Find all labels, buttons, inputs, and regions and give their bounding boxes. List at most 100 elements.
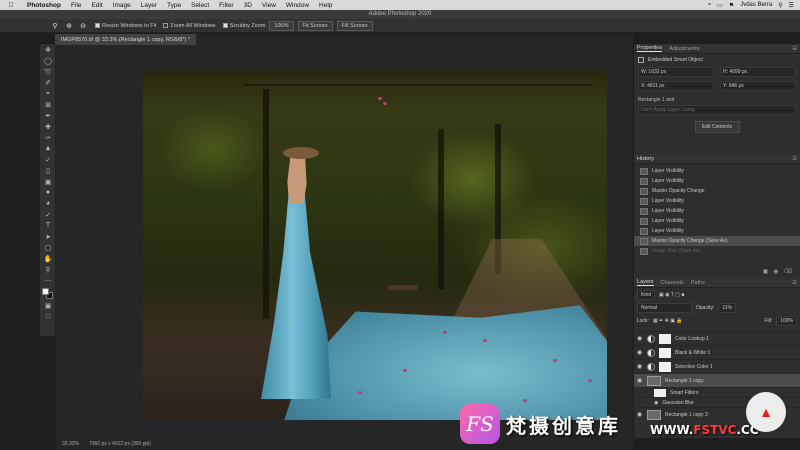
height-field[interactable]: H: 4099 px — [720, 67, 796, 77]
menu-edit[interactable]: Edit — [86, 2, 107, 9]
type-tool-icon[interactable]: T — [40, 220, 56, 231]
tab-history[interactable]: History — [637, 156, 654, 162]
layer-row[interactable]: ◉ Black & White 1 — [634, 345, 800, 359]
quick-mask-icon[interactable]: ▣ — [40, 300, 56, 311]
y-field[interactable]: Y: 846 px — [720, 81, 796, 91]
zoom-in-icon[interactable]: ⊕ — [64, 21, 74, 31]
menu-list-icon[interactable]: ☰ — [789, 2, 794, 9]
marquee-tool-icon[interactable]: ◯ — [40, 55, 56, 66]
dodge-tool-icon[interactable]: ◕ — [40, 198, 56, 209]
scrubby-zoom-checkbox[interactable]: Scrubby Zoom — [222, 23, 265, 29]
panel-menu-icon[interactable]: ☰ — [792, 46, 797, 52]
brush-tool-icon[interactable]: ✑ — [40, 132, 56, 143]
zoom-level[interactable]: 33.33% — [62, 441, 79, 447]
menu-select[interactable]: Select — [186, 2, 214, 9]
menu-app-name[interactable]: Photoshop — [22, 2, 66, 9]
fit-screen-button[interactable]: Fit Screen — [297, 20, 333, 31]
eraser-tool-icon[interactable]: ▯ — [40, 165, 56, 176]
history-item[interactable]: Master Opacity Change — [640, 186, 800, 196]
menu-window[interactable]: Window — [281, 2, 314, 9]
path-select-tool-icon[interactable]: ➤ — [40, 231, 56, 242]
zoom-100-button[interactable]: 100% — [269, 20, 294, 31]
visibility-eye-icon[interactable]: ◉ — [637, 411, 643, 418]
visibility-eye-icon[interactable]: ◉ — [637, 335, 643, 342]
zoom-tool-icon[interactable]: ⚲ — [40, 264, 56, 275]
filter-icons[interactable]: ▣ ◉ T ▢ ■ — [659, 292, 684, 298]
document-canvas[interactable] — [56, 45, 633, 438]
visibility-eye-icon[interactable]: ◉ — [637, 349, 643, 356]
menu-type[interactable]: Type — [162, 2, 186, 9]
flag-icon[interactable]: ⚑ — [729, 2, 734, 9]
x-field[interactable]: X: 4811 px — [638, 81, 714, 91]
layer-row-selected[interactable]: ◉ Rectangle 1 copy — [634, 373, 800, 387]
width-field[interactable]: W: 1632 px — [638, 67, 714, 77]
history-item-selected[interactable]: Master Opacity Change (Save As) — [634, 236, 800, 246]
history-item[interactable]: Layer Visibility — [640, 196, 800, 206]
tab-properties[interactable]: Properties — [637, 45, 663, 52]
snapshot-camera-icon[interactable]: ◉ — [773, 268, 778, 278]
fill-screen-button[interactable]: Fill Screen — [336, 20, 373, 31]
gradient-tool-icon[interactable]: ▣ — [40, 176, 56, 187]
filter-mask-thumbnail[interactable] — [654, 388, 666, 397]
tab-channels[interactable]: Channels — [661, 280, 684, 286]
tab-adjustments[interactable]: Adjustments — [669, 46, 699, 52]
menu-file[interactable]: File — [66, 2, 86, 9]
history-item-undone[interactable]: Image Size (Save As) — [640, 246, 800, 256]
more-tools-icon[interactable]: ⋯ — [40, 275, 56, 286]
menu-image[interactable]: Image — [108, 2, 136, 9]
photo-image[interactable] — [143, 69, 607, 420]
tab-paths[interactable]: Paths — [691, 280, 705, 286]
layer-name[interactable]: Selective Color 1 — [675, 364, 713, 370]
document-tab[interactable]: IMGP8570.tif @ 33.3% (Rectangle 1 copy, … — [55, 34, 196, 45]
resize-windows-checkbox[interactable]: Resize Windows to Fit — [95, 23, 156, 29]
visibility-eye-icon[interactable]: ◉ — [637, 377, 643, 384]
zoom-out-icon[interactable]: ⊖ — [78, 21, 88, 31]
search-icon[interactable]: ⚲ — [778, 2, 782, 9]
edit-contents-button[interactable]: Edit Contents — [694, 121, 740, 133]
filter-name[interactable]: Gaussian Blur — [662, 400, 693, 406]
rectangle-tool-icon[interactable]: ▢ — [40, 242, 56, 253]
blur-tool-icon[interactable]: ● — [40, 187, 56, 198]
battery-icon[interactable]: ▭ — [717, 2, 723, 9]
layer-name[interactable]: Rectangle 1 copy 3 — [665, 412, 708, 418]
lock-icons[interactable]: ▦ ✒ ✥ ▣ 🔒 — [653, 318, 683, 324]
zoom-all-checkbox[interactable]: Zoom All Windows — [163, 23, 216, 29]
frame-tool-icon[interactable]: ⊠ — [40, 99, 56, 110]
menu-filter[interactable]: Filter — [214, 2, 238, 9]
history-item[interactable]: Layer Visibility — [640, 206, 800, 216]
hand-tool-icon[interactable]: ✋ — [40, 253, 56, 264]
zoom-tool-icon[interactable]: ⚲ — [50, 21, 60, 31]
document-info[interactable]: 7360 px x 4912 px (300 ppi) — [89, 441, 151, 447]
menu-help[interactable]: Help — [314, 2, 337, 9]
layer-mask-thumbnail[interactable] — [659, 333, 671, 344]
history-item[interactable]: Layer Visibility — [640, 226, 800, 236]
filter-eye-icon[interactable]: ◉ — [654, 400, 658, 406]
history-item[interactable]: Layer Visibility — [640, 166, 800, 176]
layer-name[interactable]: Color Lookup 1 — [675, 336, 709, 342]
pen-tool-icon[interactable]: ✓ — [40, 209, 56, 220]
layer-name[interactable]: Rectangle 1 copy — [665, 378, 704, 384]
visibility-eye-icon[interactable]: ◉ — [637, 363, 643, 370]
apple-icon[interactable]:  — [0, 2, 22, 9]
crop-tool-icon[interactable]: ⌖ — [40, 88, 56, 99]
trash-icon[interactable]: ⌫ — [784, 268, 792, 278]
menu-view[interactable]: View — [257, 2, 281, 9]
stamp-tool-icon[interactable]: ▲ — [40, 143, 56, 154]
new-document-from-state-icon[interactable]: ▣ — [763, 268, 769, 278]
eyedropper-tool-icon[interactable]: ✒ — [40, 110, 56, 121]
menu-3d[interactable]: 3D — [239, 2, 257, 9]
wifi-icon[interactable]: ≈ — [708, 2, 711, 8]
filter-kind-select[interactable]: Kind — [637, 290, 656, 300]
lasso-tool-icon[interactable]: ➰ — [40, 66, 56, 77]
healing-tool-icon[interactable]: ✚ — [40, 121, 56, 132]
color-swatches[interactable] — [40, 286, 55, 300]
fill-field[interactable]: 100% — [776, 316, 797, 326]
tab-layers[interactable]: Layers — [637, 279, 654, 286]
menu-layer[interactable]: Layer — [136, 2, 162, 9]
history-item[interactable]: Layer Visibility — [640, 176, 800, 186]
layer-mask-thumbnail[interactable] — [659, 347, 671, 358]
smart-object-thumbnail[interactable] — [647, 409, 661, 420]
quick-select-tool-icon[interactable]: ✐ — [40, 77, 56, 88]
smart-object-thumbnail[interactable] — [647, 375, 661, 386]
panel-menu-icon[interactable]: ☰ — [792, 156, 797, 162]
